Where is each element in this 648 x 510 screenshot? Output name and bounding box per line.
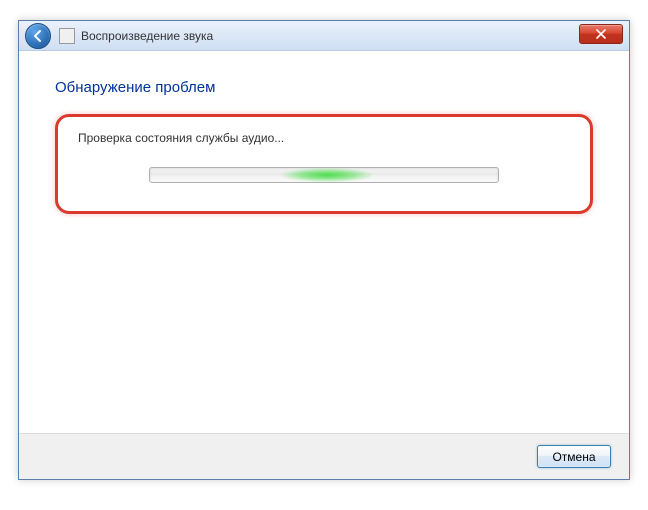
- cancel-button[interactable]: Отмена: [537, 445, 611, 468]
- window-icon: [59, 28, 75, 44]
- close-icon: [596, 29, 606, 39]
- page-heading: Обнаружение проблем: [55, 79, 593, 96]
- progress-indicator: [282, 168, 372, 182]
- progress-bar: [149, 167, 499, 183]
- status-text: Проверка состояния службы аудио...: [78, 131, 570, 145]
- back-arrow-icon: [31, 29, 45, 43]
- titlebar: Воспроизведение звука: [19, 21, 629, 51]
- footer-bar: Отмена: [19, 433, 629, 479]
- status-panel: Проверка состояния службы аудио...: [55, 114, 593, 214]
- progress-container: [78, 167, 570, 183]
- content-area: Обнаружение проблем Проверка состояния с…: [19, 51, 629, 433]
- close-button[interactable]: [579, 24, 623, 44]
- window-title: Воспроизведение звука: [81, 29, 213, 43]
- troubleshooter-window: Воспроизведение звука Обнаружение пробле…: [18, 20, 630, 480]
- back-button[interactable]: [25, 23, 51, 49]
